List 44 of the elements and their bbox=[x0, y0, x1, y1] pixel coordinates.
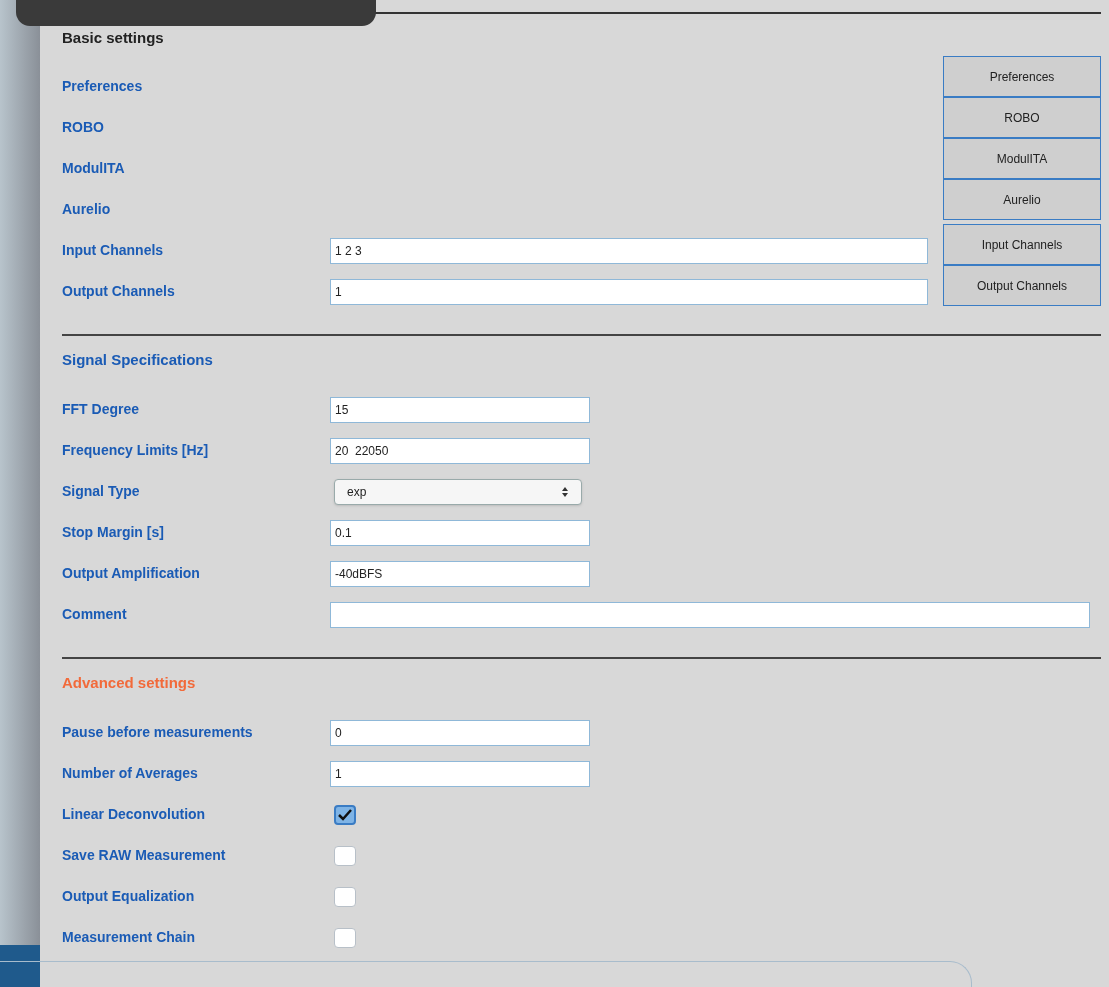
setting-label: Pause before measurements bbox=[62, 723, 254, 742]
text-field[interactable]: 1 2 3 bbox=[330, 237, 928, 264]
checkbox[interactable] bbox=[334, 886, 356, 907]
setting-label: Stop Margin [s] bbox=[62, 523, 165, 542]
setting-label: Comment bbox=[62, 605, 128, 624]
setting-label: ModulITA bbox=[62, 159, 126, 178]
setting-label: Output Amplification bbox=[62, 564, 201, 583]
side-button[interactable]: ModulITA bbox=[943, 138, 1101, 179]
up-down-arrows-icon bbox=[561, 485, 569, 498]
text-field[interactable]: 1 bbox=[330, 760, 590, 787]
setting-label: Input Channels bbox=[62, 241, 165, 260]
side-button[interactable]: Aurelio bbox=[943, 179, 1101, 220]
text-field[interactable]: 0.1 bbox=[330, 519, 590, 546]
side-button[interactable]: Output Channels bbox=[943, 265, 1101, 306]
setting-label: Signal Type bbox=[62, 482, 141, 501]
setting-label: Number of Averages bbox=[62, 764, 199, 783]
setting-label: Aurelio bbox=[62, 200, 112, 219]
setting-label: Save RAW Measurement bbox=[62, 846, 227, 865]
signal-type-select[interactable]: exp bbox=[334, 478, 582, 505]
setting-label: ROBO bbox=[62, 118, 105, 137]
setting-label: Preferences bbox=[62, 77, 144, 96]
text-field[interactable]: 15 bbox=[330, 396, 590, 423]
comment-field[interactable] bbox=[330, 601, 1090, 628]
setting-label: Linear Deconvolution bbox=[62, 805, 207, 824]
text-field[interactable]: 1 bbox=[330, 278, 928, 305]
text-field[interactable]: 0 bbox=[330, 719, 590, 746]
setting-label: Frequency Limits [Hz] bbox=[62, 441, 210, 460]
setting-label: Output Channels bbox=[62, 282, 176, 301]
text-field[interactable]: 20 22050 bbox=[330, 437, 590, 464]
section-heading: Signal Specifications bbox=[62, 350, 214, 370]
taskbar-strip bbox=[0, 945, 40, 987]
setting-label: Measurement Chain bbox=[62, 928, 197, 947]
side-button[interactable]: Preferences bbox=[943, 56, 1101, 97]
text-field[interactable]: -40dBFS bbox=[330, 560, 590, 587]
setting-label: Output Equalization bbox=[62, 887, 196, 906]
checkmark-icon bbox=[338, 808, 352, 821]
checkbox[interactable] bbox=[334, 845, 356, 866]
setting-label: FFT Degree bbox=[62, 400, 140, 419]
checkbox[interactable] bbox=[334, 927, 356, 948]
side-button[interactable]: Input Channels bbox=[943, 224, 1101, 265]
checkbox[interactable] bbox=[334, 804, 356, 825]
section-heading: Advanced settings bbox=[62, 673, 197, 693]
section-heading: Basic settings bbox=[62, 28, 165, 48]
side-button[interactable]: ROBO bbox=[943, 97, 1101, 138]
